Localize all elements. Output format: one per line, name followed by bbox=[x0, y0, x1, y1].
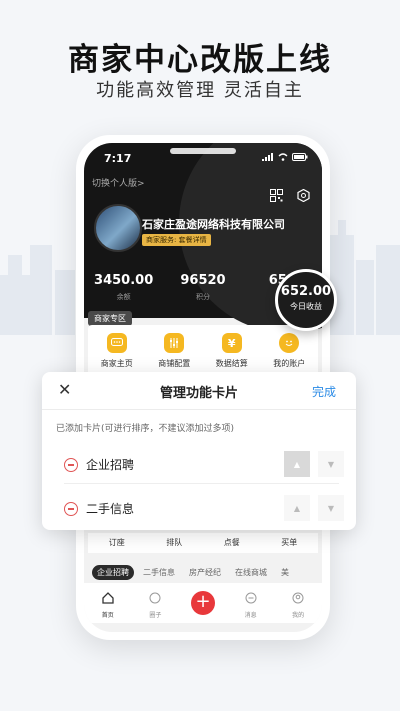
stat-value: 96520 bbox=[180, 273, 226, 288]
tab-real-estate[interactable]: 房产经纪 bbox=[184, 565, 226, 580]
headline: 商家中心改版上线 bbox=[68, 42, 332, 78]
card-row: 企业招聘 ▲ ▼ bbox=[42, 447, 356, 484]
battery-icon bbox=[292, 153, 308, 161]
done-button[interactable]: 完成 bbox=[312, 383, 336, 400]
divider bbox=[64, 483, 339, 484]
zone-item-label: 商家主页 bbox=[100, 359, 133, 368]
company-name: 石家庄盈途网络科技有限公司 bbox=[142, 218, 285, 231]
zone-item-label: 数据结算 bbox=[215, 359, 248, 368]
system-icons bbox=[262, 153, 308, 161]
message-icon bbox=[245, 592, 257, 604]
user-icon bbox=[292, 592, 304, 604]
card-label: 企业招聘 bbox=[86, 458, 135, 472]
nav-messages[interactable]: 消息 bbox=[227, 583, 275, 623]
manage-cards-sheet: ✕ 管理功能卡片 完成 已添加卡片(可进行排序，不建议添加过多项) 企业招聘 ▲… bbox=[42, 372, 356, 530]
plus-icon: + bbox=[190, 591, 215, 615]
chat-icon bbox=[106, 333, 127, 353]
divider bbox=[42, 409, 356, 410]
nav-publish[interactable]: + bbox=[179, 583, 227, 623]
card-row: 二手信息 ▲ ▼ bbox=[42, 491, 356, 527]
card-label: 二手信息 bbox=[86, 502, 135, 516]
speaker-notch bbox=[170, 148, 236, 154]
move-up-button[interactable]: ▲ bbox=[284, 451, 310, 477]
zone-item-label: 我的账户 bbox=[273, 359, 306, 368]
service-item[interactable]: 买单 bbox=[261, 533, 319, 553]
nav-label: 我的 bbox=[292, 612, 305, 619]
service-item[interactable]: 点餐 bbox=[203, 533, 261, 553]
stat-value: 3450.00 bbox=[94, 273, 154, 288]
header-actions bbox=[270, 189, 310, 202]
service-item[interactable]: 排队 bbox=[146, 533, 204, 553]
switch-personal-link[interactable]: 切换个人版> bbox=[92, 176, 145, 189]
settings-icon[interactable] bbox=[297, 189, 310, 202]
bottom-nav: 首页 圈子 + 消息 我的 bbox=[84, 583, 322, 623]
today-earnings-bubble[interactable]: 652.00 今日收益 bbox=[275, 269, 337, 331]
merchant-zone-label: 商家专区 bbox=[88, 311, 132, 326]
nav-home[interactable]: 首页 bbox=[84, 583, 132, 623]
tab-recruitment[interactable]: 企业招聘 bbox=[92, 565, 134, 580]
tab-online-mall[interactable]: 在线商城 bbox=[230, 565, 272, 580]
nav-mine[interactable]: 我的 bbox=[274, 583, 322, 623]
nav-label: 圈子 bbox=[149, 612, 162, 619]
qr-code-icon[interactable] bbox=[270, 189, 283, 202]
move-up-button[interactable]: ▲ bbox=[284, 495, 310, 521]
tab-second-hand[interactable]: 二手信息 bbox=[138, 565, 180, 580]
sliders-icon bbox=[164, 333, 185, 353]
service-item[interactable]: 订座 bbox=[88, 533, 146, 553]
smile-icon bbox=[279, 333, 300, 353]
home-icon bbox=[102, 592, 114, 604]
signal-icon bbox=[262, 153, 273, 161]
stat-label: 积分 bbox=[195, 293, 210, 301]
circle-icon bbox=[149, 592, 161, 604]
wifi-icon bbox=[278, 153, 288, 161]
stat-label: 余额 bbox=[116, 293, 131, 301]
stat-points[interactable]: 96520 积分 bbox=[163, 273, 242, 302]
zone-item-label: 商铺配置 bbox=[158, 359, 191, 368]
earnings-value: 652.00 bbox=[280, 284, 332, 299]
nav-label: 首页 bbox=[101, 612, 114, 619]
status-bar: 7:17 bbox=[84, 143, 322, 169]
category-tabs: 企业招聘 二手信息 房产经纪 在线商城 美 bbox=[84, 565, 322, 580]
earnings-label: 今日收益 bbox=[290, 302, 322, 311]
sheet-hint: 已添加卡片(可进行排序，不建议添加过多项) bbox=[56, 424, 235, 434]
sheet-title: 管理功能卡片 bbox=[159, 386, 238, 401]
stat-balance[interactable]: 3450.00 余额 bbox=[84, 273, 163, 302]
subline: 功能高效管理 灵活自主 bbox=[96, 80, 304, 101]
remove-icon[interactable] bbox=[64, 502, 78, 516]
avatar[interactable] bbox=[94, 204, 142, 252]
yen-icon: ¥ bbox=[221, 333, 242, 353]
status-time: 7:17 bbox=[104, 152, 132, 165]
service-tag[interactable]: 商家服务: 套餐详情 bbox=[142, 234, 211, 246]
service-row: 订座 排队 点餐 买单 bbox=[88, 533, 318, 553]
move-down-button[interactable]: ▼ bbox=[318, 495, 344, 521]
tab-more[interactable]: 美 bbox=[276, 565, 294, 580]
move-down-button[interactable]: ▼ bbox=[318, 451, 344, 477]
nav-label: 消息 bbox=[244, 612, 257, 619]
remove-icon[interactable] bbox=[64, 458, 78, 472]
nav-circle[interactable]: 圈子 bbox=[132, 583, 180, 623]
